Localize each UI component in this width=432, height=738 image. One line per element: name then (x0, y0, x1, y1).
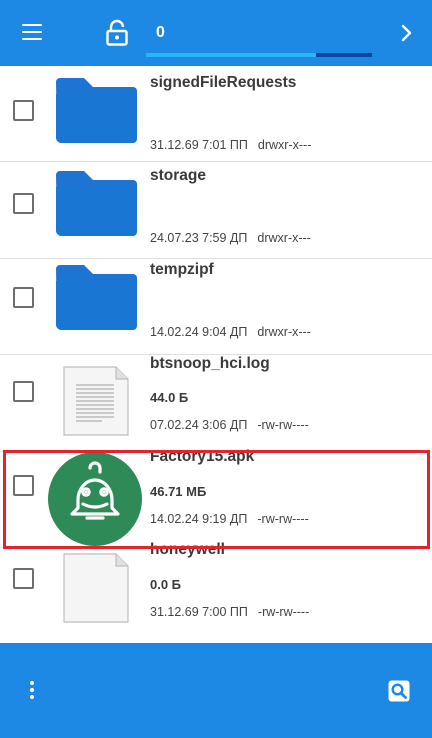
folder-icon (56, 78, 137, 143)
file-list: signedFileRequests 31.12.69 7:01 ПП drwxr… (0, 66, 432, 644)
folder-icon (56, 264, 137, 330)
file-size: 46.71 МБ (150, 483, 207, 499)
row-checkbox[interactable] (13, 100, 34, 121)
file-date: 24.07.23 7:59 ДП (150, 231, 248, 246)
menu-icon[interactable] (22, 24, 46, 42)
file-name: honeywell (150, 540, 225, 558)
file-date: 14.02.24 9:19 ДП (150, 511, 248, 526)
storage-progress-bar (146, 53, 372, 57)
file-meta: 14.02.24 9:04 ДП drwxr-x--- (150, 325, 311, 339)
search-icon[interactable] (388, 680, 410, 702)
file-row[interactable]: tempzipf 14.02.24 9:04 ДП drwxr-x--- (0, 259, 432, 356)
chevron-right-icon[interactable] (398, 23, 416, 43)
file-row[interactable]: signedFileRequests 31.12.69 7:01 ПП drwxr… (0, 66, 432, 163)
file-date: 14.02.24 9:04 ДП (150, 324, 248, 339)
android-apk-icon (48, 451, 142, 546)
file-meta: 31.12.69 7:01 ПП drwxr-x--- (150, 138, 311, 152)
row-checkbox[interactable] (13, 567, 34, 589)
file-permissions: -rw-rw---- (257, 418, 309, 433)
file-name: tempzipf (150, 260, 214, 278)
file-meta: 31.12.69 7:00 ПП -rw-rw---- (150, 605, 309, 619)
row-checkbox[interactable] (13, 286, 34, 308)
text-file-icon (63, 366, 129, 436)
file-row[interactable]: storage 24.07.23 7:59 ДП drwxr-x--- (0, 162, 432, 259)
file-name: btsnoop_hci.log (150, 355, 270, 373)
file-permissions: drwxr-x--- (257, 138, 312, 152)
file-date: 31.12.69 7:01 ПП (150, 138, 248, 152)
file-row[interactable]: honeywell 0.0 Б 31.12.69 7:00 ПП -rw-rw--… (0, 541, 432, 644)
file-size: 0.0 Б (150, 576, 182, 592)
file-name: storage (150, 167, 206, 185)
row-checkbox[interactable] (13, 474, 34, 496)
file-name: Factory15.apk (150, 447, 255, 465)
file-permissions: -rw-rw---- (257, 511, 309, 526)
storage-progress-fill (146, 53, 316, 57)
more-vert-icon[interactable] (30, 681, 38, 703)
file-permissions: -rw-rw---- (257, 604, 310, 619)
file-date: 31.12.69 7:00 ПП (150, 604, 248, 619)
bottom-toolbar (0, 643, 432, 738)
file-date: 07.02.24 3:06 ДП (150, 418, 248, 433)
file-meta: 24.07.23 7:59 ДП drwxr-x--- (150, 231, 311, 245)
file-row[interactable]: Factory15.apk 46.71 МБ 14.02.24 9:19 ДП -… (0, 448, 432, 548)
lock-open-icon[interactable] (104, 19, 130, 47)
row-checkbox[interactable] (13, 193, 34, 215)
file-size: 44.0 Б (150, 390, 189, 406)
file-meta: 07.02.24 3:06 ДП -rw-rw---- (150, 418, 309, 432)
selection-count: 0 (156, 24, 165, 41)
blank-file-icon (63, 553, 129, 623)
row-checkbox[interactable] (13, 381, 34, 403)
file-meta: 14.02.24 9:19 ДП -rw-rw---- (150, 512, 309, 526)
file-row[interactable]: btsnoop_hci.log 44.0 Б 07.02.24 3:06 ДП -… (0, 355, 432, 452)
folder-icon (56, 171, 137, 237)
file-name: signedFileRequests (150, 74, 297, 91)
file-permissions: drwxr-x--- (257, 231, 311, 246)
file-permissions: drwxr-x--- (257, 324, 311, 339)
top-toolbar: 0 (0, 0, 432, 66)
